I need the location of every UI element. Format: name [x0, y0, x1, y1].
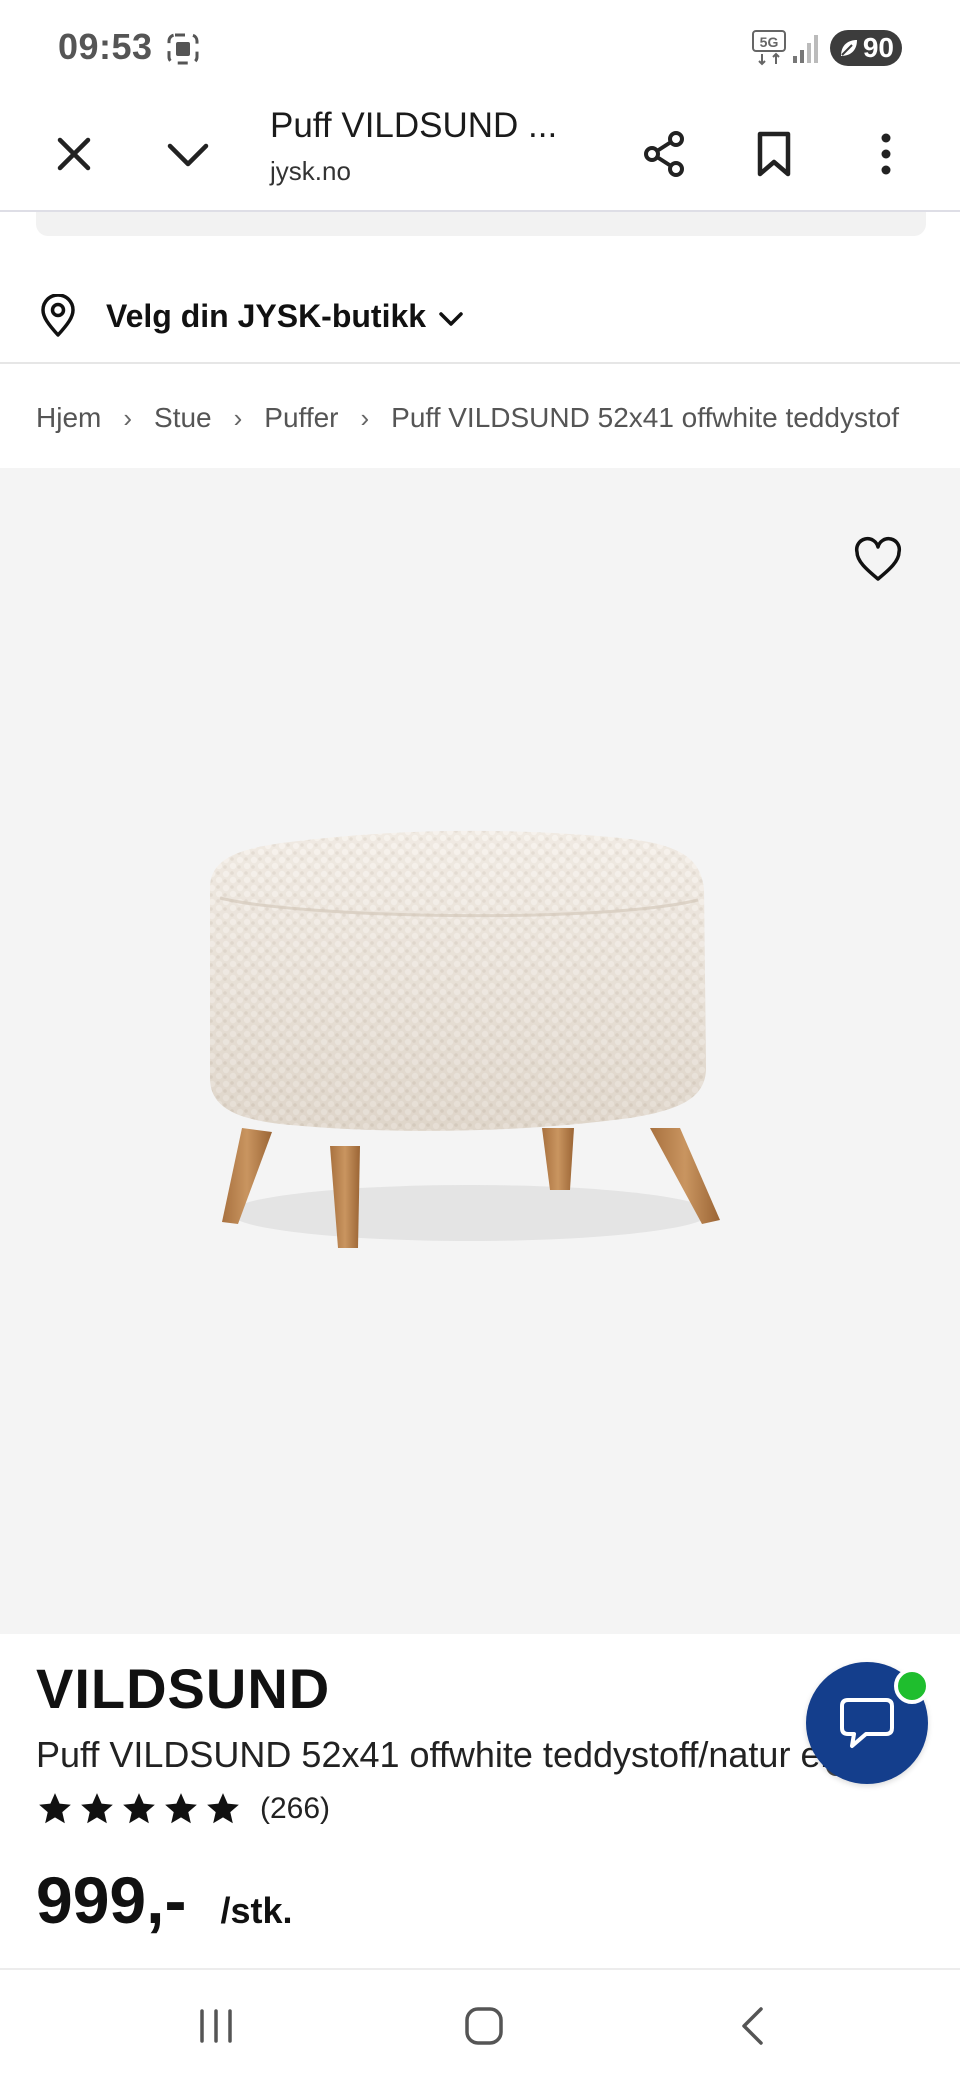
heart-icon[interactable] — [852, 534, 904, 586]
product-image — [210, 830, 720, 1248]
navigation-bar — [0, 1968, 960, 2080]
product-rating[interactable]: (266) — [36, 1790, 330, 1828]
breadcrumb-item-current: Puff VILDSUND 52x41 offwhite teddystof — [391, 402, 900, 433]
signal-icon — [793, 35, 818, 63]
breadcrumb-separator: › — [360, 402, 370, 433]
search-bar-edge[interactable] — [36, 212, 926, 236]
price-row: 999,- /stk. — [36, 1862, 292, 1938]
star-icon — [39, 1793, 71, 1824]
more-vert-icon[interactable] — [854, 122, 918, 186]
product-image-gallery[interactable] — [0, 468, 960, 1776]
share-icon[interactable] — [632, 122, 696, 186]
star-icon — [81, 1793, 113, 1824]
screenshot-icon — [167, 33, 199, 65]
chevron-down-icon[interactable] — [156, 122, 220, 186]
home-icon[interactable] — [452, 1998, 516, 2054]
star-icon — [207, 1793, 239, 1824]
close-icon[interactable] — [42, 122, 106, 186]
breadcrumb-separator: › — [233, 402, 243, 433]
status-time: 09:53 — [58, 26, 153, 67]
status-bar: 09:53 5G 90 — [0, 0, 960, 96]
chevron-down-icon — [439, 312, 463, 326]
store-selector-label: Velg din JYSK-butikk — [106, 298, 427, 334]
back-icon[interactable] — [720, 1998, 784, 2054]
product-brand: VILDSUND — [36, 1657, 331, 1720]
tab-title[interactable]: Puff VILDSUND ... — [270, 106, 557, 146]
product-title: Puff VILDSUND 52x41 offwhite teddystoff/… — [36, 1734, 847, 1775]
product-price: 999,- — [36, 1863, 187, 1937]
rating-stars — [36, 1790, 242, 1828]
tab-url[interactable]: jysk.no — [270, 156, 351, 187]
svg-text:5G: 5G — [760, 34, 779, 50]
breadcrumb-item-hjem[interactable]: Hjem — [36, 402, 101, 434]
bookmark-icon[interactable] — [742, 122, 806, 186]
chat-bubble-icon — [840, 1698, 894, 1748]
location-pin-icon — [41, 294, 75, 337]
recent-apps-icon[interactable] — [184, 1998, 248, 2054]
battery-icon: 90 — [830, 30, 902, 66]
web-content: Velg din JYSK-butikk Hjem › Stue › Puffe… — [0, 212, 960, 1968]
star-icon — [165, 1793, 197, 1824]
online-indicator — [894, 1668, 930, 1704]
price-unit: /stk. — [220, 1890, 293, 1931]
review-count: (266) — [260, 1792, 331, 1825]
browser-toolbar: Puff VILDSUND ... jysk.no — [0, 96, 960, 212]
breadcrumb-item-stue[interactable]: Stue — [154, 402, 212, 434]
breadcrumb-item-puffer[interactable]: Puffer — [264, 402, 338, 434]
leaf-icon — [841, 40, 857, 56]
star-icon — [123, 1793, 155, 1824]
battery-level: 90 — [862, 32, 894, 63]
breadcrumb-separator: › — [123, 402, 133, 433]
breadcrumb: Hjem › Stue › Puffer › Puff VILDSUND 52x… — [36, 398, 899, 438]
5g-icon: 5G — [752, 30, 786, 66]
store-selector[interactable]: Velg din JYSK-butikk — [0, 262, 960, 364]
